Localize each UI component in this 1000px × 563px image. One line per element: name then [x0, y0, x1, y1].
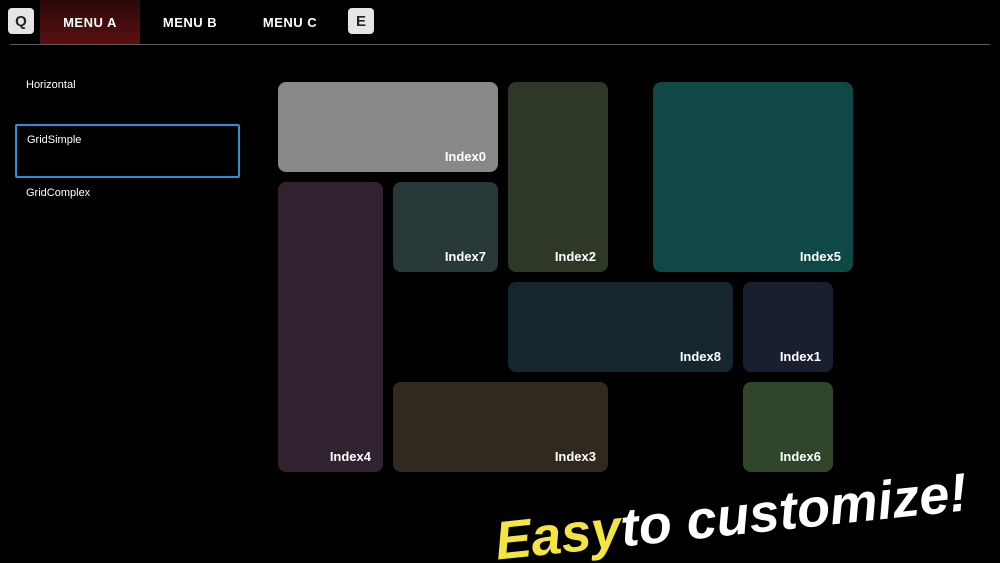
sidebar: Horizontal GridSimple GridComplex [15, 70, 240, 232]
grid-tile-index1[interactable]: Index1 [743, 282, 833, 372]
grid-tile-label: Index5 [800, 249, 841, 264]
menu-tab-c[interactable]: MENU C [240, 0, 340, 44]
grid-tile-label: Index3 [555, 449, 596, 464]
grid-tile-label: Index7 [445, 249, 486, 264]
tile-grid: Index0 Index7 Index2 Index5 Index4 Index8 Inde… [278, 82, 858, 502]
grid-tile-index0[interactable]: Index0 [278, 82, 498, 172]
grid-tile-label: Index2 [555, 249, 596, 264]
sidebar-item-horizontal[interactable]: Horizontal [15, 70, 240, 124]
grid-tile-label: Index8 [680, 349, 721, 364]
sidebar-item-gridsimple[interactable]: GridSimple [15, 124, 240, 178]
grid-tile-label: Index1 [780, 349, 821, 364]
grid-tile-label: Index4 [330, 449, 371, 464]
grid-tile-index8[interactable]: Index8 [508, 282, 733, 372]
grid-tile-index2[interactable]: Index2 [508, 82, 608, 272]
top-menu-bar: Q MENU A MENU B MENU C E [0, 0, 1000, 44]
grid-tile-label: Index0 [445, 149, 486, 164]
sidebar-item-label: GridSimple [27, 134, 81, 146]
promo-overlay-accent: Easy [492, 498, 624, 563]
grid-tile-index4[interactable]: Index4 [278, 182, 383, 472]
sidebar-item-gridcomplex[interactable]: GridComplex [15, 178, 240, 232]
key-e-button[interactable]: E [348, 8, 374, 34]
grid-tile-index6[interactable]: Index6 [743, 382, 833, 472]
sidebar-item-label: Horizontal [26, 79, 76, 91]
sidebar-item-label: GridComplex [26, 187, 90, 199]
top-divider [10, 44, 990, 45]
app-root: Q MENU A MENU B MENU C E Horizontal Grid… [0, 0, 1000, 563]
key-q-button[interactable]: Q [8, 8, 34, 34]
grid-tile-label: Index6 [780, 449, 821, 464]
menu-tab-a[interactable]: MENU A [40, 0, 140, 44]
grid-tile-index7[interactable]: Index7 [393, 182, 498, 272]
grid-tile-index5[interactable]: Index5 [653, 82, 853, 272]
menu-tab-b[interactable]: MENU B [140, 0, 240, 44]
grid-tile-index3[interactable]: Index3 [393, 382, 608, 472]
